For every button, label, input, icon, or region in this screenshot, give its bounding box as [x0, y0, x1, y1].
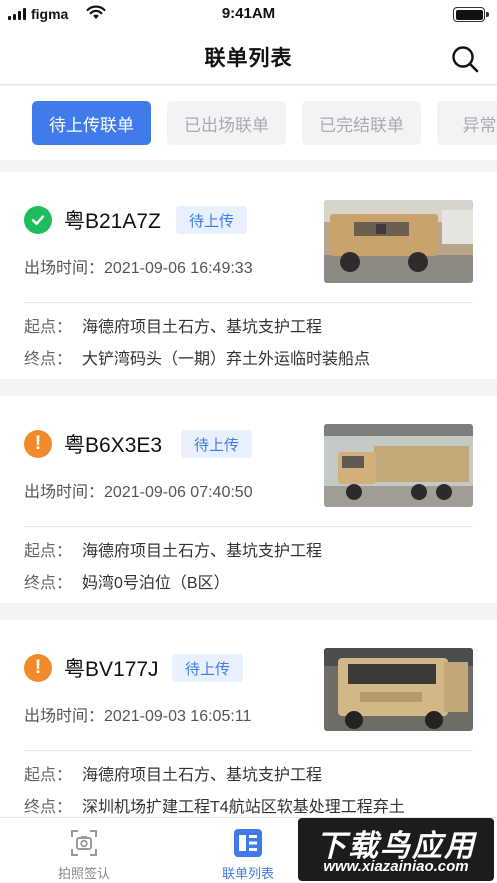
battery-icon — [453, 7, 489, 22]
tabbar-item-photo-sign[interactable]: 拍照签认 — [24, 818, 144, 883]
truck-photo[interactable] — [324, 648, 473, 731]
status-badge: 待上传 — [176, 206, 248, 234]
plate-number: 粤BV177J — [64, 658, 159, 681]
tabbar-label: 拍照签认 — [57, 866, 110, 881]
status-badge: 待上传 — [172, 654, 244, 682]
end-value: 妈湾0号泊位（B区） — [82, 575, 230, 592]
end-point-row: 终点： 大铲湾码头（一期）弃土外运临时装船点 — [24, 345, 370, 369]
exit-time-label: 出场时间： — [24, 484, 105, 501]
site-watermark: 下载鸟应用 www.xiazainiao.com — [298, 818, 494, 881]
exit-time-label: 出场时间： — [24, 708, 105, 725]
exit-time-row: 出场时间：2021-09-06 07:40:50 — [24, 478, 253, 502]
start-label: 起点： — [24, 767, 73, 784]
exit-time-row: 出场时间：2021-09-06 16:49:33 — [24, 254, 253, 278]
exit-time-value: 2021-09-03 16:05:11 — [104, 708, 252, 725]
exit-time-label: 出场时间： — [24, 260, 105, 277]
end-label: 终点： — [24, 799, 73, 816]
exit-time-row: 出场时间：2021-09-03 16:05:11 — [24, 702, 251, 726]
end-value: 深圳机场扩建工程T4航站区软基处理工程弃土 — [82, 799, 405, 816]
tab-exited[interactable]: 已出场联单 — [167, 101, 286, 145]
start-value: 海德府项目土石方、基坑支护工程 — [82, 767, 323, 784]
list-item[interactable]: ! 粤B6X3E3 待上传 出场时间：2021-09-06 07:40:50 起… — [0, 396, 497, 603]
end-point-row: 终点： 深圳机场扩建工程T4航站区软基处理工程弃土 — [24, 793, 405, 817]
start-label: 起点： — [24, 543, 73, 560]
divider — [24, 750, 473, 751]
start-value: 海德府项目土石方、基坑支护工程 — [82, 543, 323, 560]
tab-pending-upload[interactable]: 待上传联单 — [32, 101, 151, 145]
page-title: 联单列表 — [204, 47, 293, 70]
tabbar-label: 联单列表 — [221, 866, 274, 881]
exclamation-circle-icon: ! — [24, 654, 52, 682]
tab-abnormal[interactable]: 异常联单 — [437, 101, 497, 145]
end-label: 终点： — [24, 575, 73, 592]
truck-photo[interactable] — [324, 424, 473, 507]
camera-scan-icon — [71, 830, 97, 856]
status-bar: figma 9:41AM — [0, 0, 497, 30]
start-label: 起点： — [24, 319, 73, 336]
truck-photo[interactable] — [324, 200, 473, 283]
watermark-url: www.xiazainiao.com — [323, 858, 469, 875]
list-item[interactable]: 粤B21A7Z 待上传 出场时间：2021-09-06 16:49:33 起点：… — [0, 172, 497, 379]
end-label: 终点： — [24, 351, 73, 368]
search-icon[interactable] — [449, 43, 481, 75]
plate-number: 粤B6X3E3 — [64, 434, 163, 457]
end-value: 大铲湾码头（一期）弃土外运临时装船点 — [82, 351, 371, 368]
tab-completed[interactable]: 已完结联单 — [302, 101, 421, 145]
check-circle-icon — [24, 206, 52, 234]
status-badge: 待上传 — [181, 430, 253, 458]
list-item[interactable]: ! 粤BV177J 待上传 出场时间：2021-09-03 16:05:11 起… — [0, 620, 497, 817]
start-point-row: 起点： 海德府项目土石方、基坑支护工程 — [24, 313, 322, 337]
tabbar-item-list[interactable]: 联单列表 — [188, 818, 308, 883]
divider — [24, 302, 473, 303]
status-time: 9:41AM — [221, 5, 276, 22]
exclamation-circle-icon: ! — [24, 430, 52, 458]
exit-time-value: 2021-09-06 16:49:33 — [104, 260, 253, 277]
nav-bar: 联单列表 — [0, 30, 497, 85]
start-value: 海德府项目土石方、基坑支护工程 — [82, 319, 323, 336]
status-tabs: 待上传联单 已出场联单 已完结联单 异常联单 — [0, 86, 497, 160]
exit-time-value: 2021-09-06 07:40:50 — [104, 484, 253, 501]
list-icon — [234, 829, 262, 857]
divider — [24, 526, 473, 527]
start-point-row: 起点： 海德府项目土石方、基坑支护工程 — [24, 537, 322, 561]
plate-number: 粤B21A7Z — [64, 210, 161, 233]
end-point-row: 终点： 妈湾0号泊位（B区） — [24, 569, 230, 593]
start-point-row: 起点： 海德府项目土石方、基坑支护工程 — [24, 761, 322, 785]
